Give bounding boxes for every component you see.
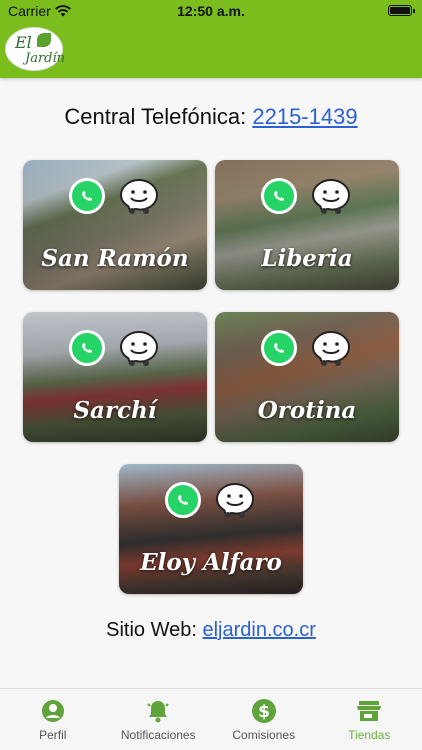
tab-label: Comisiones — [232, 728, 296, 742]
website-label: Sitio Web: — [106, 619, 197, 641]
tab-perfil[interactable]: Perfil — [0, 689, 106, 750]
contact-icons — [23, 330, 207, 366]
tab-label: Perfil — [39, 728, 67, 742]
tab-label: Tiendas — [348, 728, 391, 742]
dollar-icon: $ — [211, 697, 317, 725]
store-name: Orotina — [257, 397, 357, 424]
contact-icons — [119, 482, 303, 518]
whatsapp-icon[interactable] — [261, 178, 297, 214]
logo-text-bottom: Jardín — [25, 51, 66, 66]
waze-icon[interactable] — [117, 178, 161, 214]
svg-text:$: $ — [258, 702, 270, 722]
store-card-liberia[interactable]: Liberia — [215, 160, 399, 290]
waze-icon[interactable] — [117, 330, 161, 366]
waze-icon[interactable] — [309, 178, 353, 214]
logo-text-top: El — [15, 33, 32, 52]
store-name: Eloy Alfaro — [140, 549, 282, 576]
tab-label: Notificaciones — [120, 728, 196, 742]
whatsapp-icon[interactable] — [69, 330, 105, 366]
store-name: San Ramón — [41, 245, 189, 272]
store-card-orotina[interactable]: Orotina — [215, 312, 399, 442]
store-card-eloy-alfaro[interactable]: Eloy Alfaro — [119, 464, 303, 594]
tab-comisiones[interactable]: $ Comisiones — [211, 689, 317, 750]
app-header: Carrier 12:50 a.m. El Jardín — [0, 0, 422, 78]
app-logo[interactable]: El Jardín — [5, 27, 66, 71]
contact-icons — [215, 178, 399, 214]
person-icon — [0, 697, 106, 725]
store-name: Sarchí — [73, 397, 157, 424]
website-link[interactable]: eljardin.co.cr — [202, 619, 315, 641]
central-phone: Central Telefónica: 2215-1439 — [0, 104, 422, 130]
tab-tiendas[interactable]: Tiendas — [317, 689, 422, 750]
status-bar: Carrier 12:50 a.m. — [0, 0, 422, 22]
whatsapp-icon[interactable] — [261, 330, 297, 366]
whatsapp-icon[interactable] — [165, 482, 201, 518]
store-name: Liberia — [261, 245, 353, 272]
store-card-san-ramon[interactable]: San Ramón — [23, 160, 207, 290]
battery-icon — [388, 5, 415, 16]
whatsapp-icon[interactable] — [69, 178, 105, 214]
store-icon — [317, 697, 422, 725]
status-time: 12:50 a.m. — [177, 3, 245, 19]
bell-icon — [106, 697, 212, 725]
waze-icon[interactable] — [213, 482, 257, 518]
logo-leaf-icon — [37, 33, 51, 47]
phone-label: Central Telefónica: — [64, 104, 247, 129]
contact-icons — [23, 178, 207, 214]
store-card-sarchi[interactable]: Sarchí — [23, 312, 207, 442]
website-line: Sitio Web: eljardin.co.cr — [0, 619, 422, 642]
phone-link[interactable]: 2215-1439 — [252, 104, 357, 129]
waze-icon[interactable] — [309, 330, 353, 366]
tab-notificaciones[interactable]: Notificaciones — [106, 689, 212, 750]
tab-bar: Perfil Notificaciones $ Comisiones Tiend… — [0, 688, 422, 750]
contact-icons — [215, 330, 399, 366]
